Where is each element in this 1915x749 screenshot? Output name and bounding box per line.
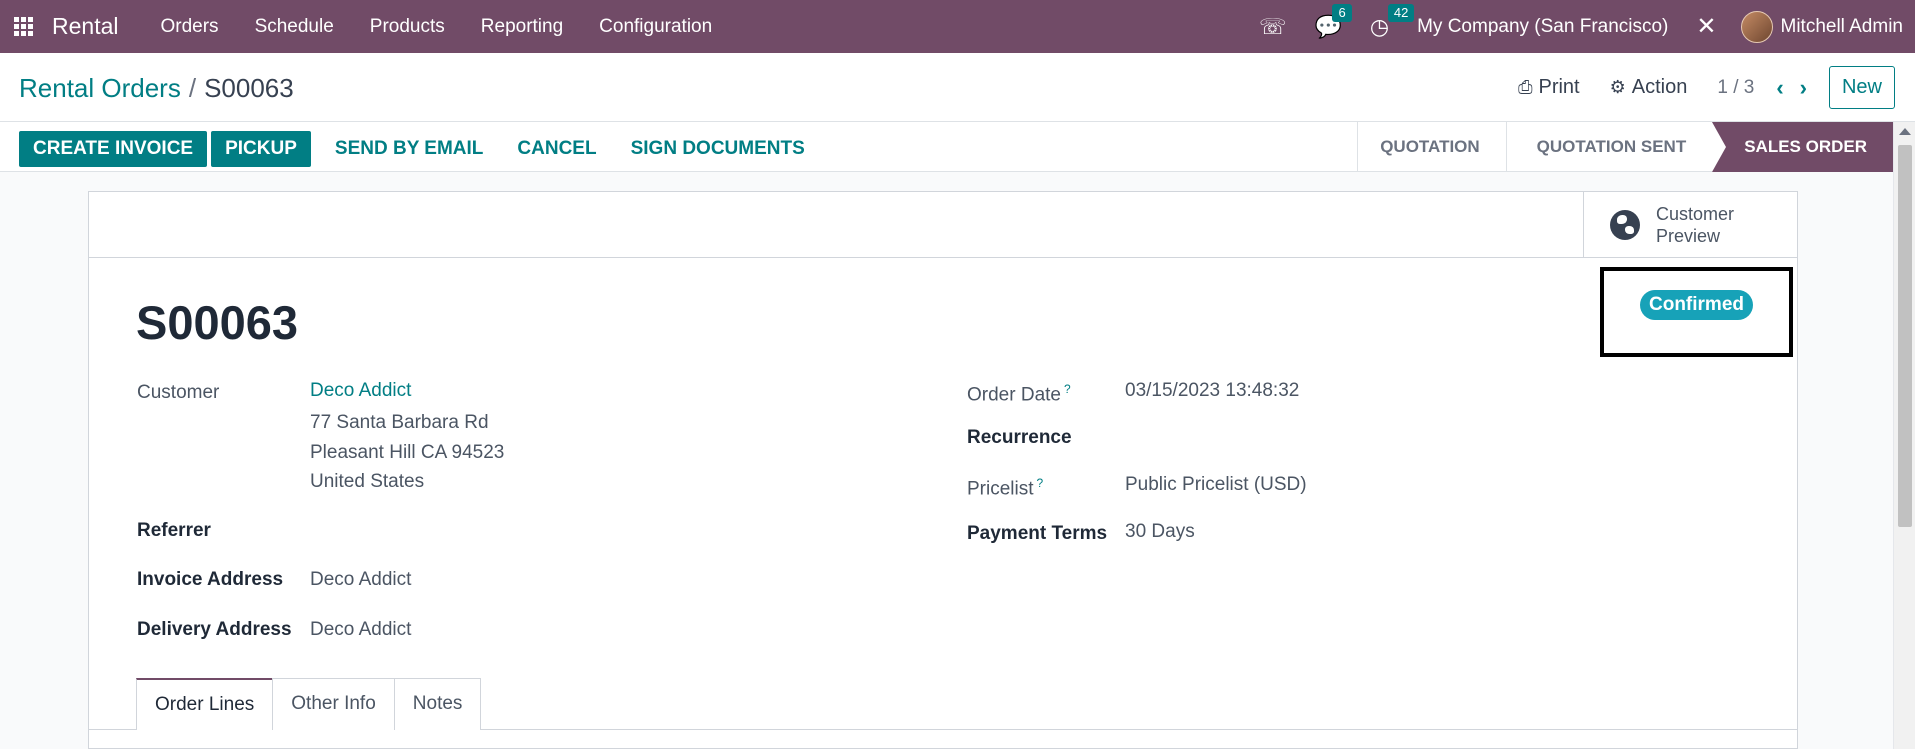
print-button[interactable]: ⎙ Print — [1518, 76, 1580, 99]
menu-schedule[interactable]: Schedule — [237, 16, 352, 38]
create-invoice-button[interactable]: CREATE INVOICE — [19, 131, 208, 167]
debug-tools-icon[interactable]: ✕ — [1696, 12, 1716, 41]
action-button[interactable]: ⚙ Action — [1610, 76, 1688, 99]
user-menu[interactable]: Mitchell Admin — [1781, 16, 1904, 38]
messages-icon[interactable]: 💬 6 — [1314, 3, 1352, 40]
stage-quotation[interactable]: QUOTATION — [1357, 122, 1505, 172]
menu-reporting[interactable]: Reporting — [463, 16, 581, 38]
customer-address-line: Pleasant Hill CA 94523 — [310, 442, 505, 463]
customer-address-line: 77 Santa Barbara Rd — [310, 412, 489, 433]
scroll-up-arrow-icon[interactable] — [1899, 128, 1911, 135]
pager-previous-icon[interactable]: ‹ — [1776, 75, 1783, 101]
menu-products[interactable]: Products — [352, 16, 463, 38]
help-tooltip-icon[interactable]: ? — [1064, 382, 1071, 396]
delivery-address-label: Delivery Address — [137, 619, 292, 640]
recurrence-label: Recurrence — [967, 427, 1072, 448]
pricelist-value[interactable]: Public Pricelist (USD) — [1125, 470, 1307, 500]
payment-terms-label: Payment Terms — [967, 523, 1108, 544]
help-tooltip-icon[interactable]: ? — [1037, 476, 1044, 490]
main-menu: Orders Schedule Products Reporting Confi… — [142, 16, 730, 38]
top-navbar: Rental Orders Schedule Products Reportin… — [0, 0, 1915, 53]
pricelist-label: Pricelist? — [967, 476, 1043, 500]
vertical-scrollbar[interactable] — [1893, 122, 1915, 749]
status-highlight-box: Confirmed — [1600, 267, 1793, 357]
sign-documents-button[interactable]: SIGN DOCUMENTS — [617, 131, 819, 167]
stage-quotation-sent[interactable]: QUOTATION SENT — [1505, 122, 1713, 172]
scroll-thumb[interactable] — [1898, 145, 1912, 527]
order-date-label: Order Date? — [967, 382, 1071, 406]
activities-clock-icon[interactable]: ◷ 42 — [1370, 3, 1415, 40]
cancel-button[interactable]: CANCEL — [503, 131, 610, 167]
pager-value[interactable]: 1 / 3 — [1717, 77, 1754, 99]
breadcrumb: Rental Orders / S00063 — [19, 73, 294, 104]
invoice-address-value[interactable]: Deco Addict — [310, 565, 411, 595]
menu-orders[interactable]: Orders — [142, 16, 236, 38]
record-title: S00063 — [136, 296, 299, 349]
payment-terms-value[interactable]: 30 Days — [1125, 517, 1195, 547]
activities-count-badge: 42 — [1387, 3, 1415, 22]
notebook-tabs: Order Lines Other Info Notes — [136, 678, 482, 730]
pickup-button[interactable]: PICKUP — [211, 131, 311, 167]
form-sheet: Customer Preview Confirmed S00063 Custom… — [88, 191, 1798, 749]
action-label: Action — [1631, 76, 1688, 98]
customer-link[interactable]: Deco Addict — [310, 376, 411, 406]
status-badge: Confirmed — [1640, 290, 1753, 320]
messages-count-badge: 6 — [1332, 3, 1352, 22]
apps-menu-icon[interactable] — [0, 0, 46, 53]
print-label: Print — [1538, 76, 1580, 98]
phone-icon[interactable]: ☏ — [1259, 14, 1287, 40]
globe-icon — [1610, 210, 1640, 240]
order-date-label-text: Order Date — [967, 384, 1061, 406]
breadcrumb-separator: / — [188, 73, 197, 103]
tab-other-info[interactable]: Other Info — [272, 678, 395, 730]
order-date-value[interactable]: 03/15/2023 13:48:32 — [1125, 376, 1299, 406]
app-name[interactable]: Rental — [52, 13, 118, 40]
stage-sales-order[interactable]: SALES ORDER — [1712, 122, 1893, 172]
control-panel: Rental Orders / S00063 ⎙ Print ⚙ Action 1 / … — [0, 53, 1915, 122]
menu-configuration[interactable]: Configuration — [581, 16, 730, 38]
breadcrumb-rental-orders[interactable]: Rental Orders — [19, 73, 181, 103]
invoice-address-label: Invoice Address — [137, 569, 284, 590]
pager-next-icon[interactable]: › — [1800, 75, 1807, 101]
customer-preview-label: Customer Preview — [1656, 204, 1735, 246]
pricelist-label-text: Pricelist — [967, 478, 1034, 500]
printer-icon: ⎙ — [1518, 77, 1533, 97]
smart-button-box: Customer Preview — [89, 192, 1797, 258]
referrer-label: Referrer — [137, 520, 211, 541]
user-avatar[interactable] — [1740, 10, 1773, 43]
stage-pipeline: QUOTATION QUOTATION SENT SALES ORDER — [1357, 122, 1893, 172]
breadcrumb-current: S00063 — [204, 73, 294, 103]
customer-preview-button[interactable]: Customer Preview — [1583, 192, 1797, 258]
new-button[interactable]: New — [1828, 66, 1895, 109]
customer-label: Customer — [137, 382, 220, 403]
company-switcher[interactable]: My Company (San Francisco) — [1417, 16, 1668, 38]
customer-address-line: United States — [310, 471, 425, 492]
tab-notes[interactable]: Notes — [393, 678, 482, 730]
gear-icon: ⚙ — [1609, 77, 1626, 97]
form-statusbar: CREATE INVOICE PICKUP SEND BY EMAIL CANC… — [0, 122, 1893, 172]
delivery-address-value[interactable]: Deco Addict — [310, 615, 411, 645]
send-by-email-button[interactable]: SEND BY EMAIL — [321, 131, 498, 167]
tab-order-lines[interactable]: Order Lines — [136, 678, 274, 730]
